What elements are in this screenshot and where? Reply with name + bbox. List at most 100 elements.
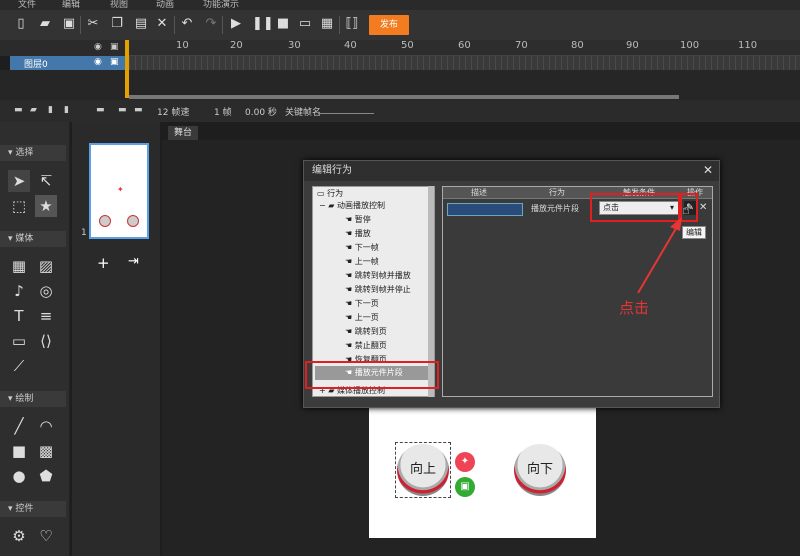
transform-icon[interactable]: ⬚ [8,195,30,217]
layer-row[interactable]: 图层0 ◉ ▣ [10,56,128,70]
stop-icon[interactable]: ■ [276,17,290,31]
behavior-badge-icon[interactable]: ✦ [455,452,475,472]
tree-item-label: 播放 [354,229,371,238]
star-icon[interactable]: ★ [35,195,57,217]
new-file-icon[interactable]: ▯ [14,17,28,31]
playhead[interactable] [125,40,129,98]
delete-icon[interactable]: ✕ [155,17,169,31]
video-icon[interactable]: ◎ [35,280,57,302]
image-icon[interactable]: ▨ [35,255,57,277]
copy-icon[interactable]: ❐ [110,17,124,31]
column-description: 描述 [471,188,487,197]
timeline-scrollbar[interactable] [129,95,679,99]
tree-item[interactable]: ☚ 跳转到帧并播放 [345,271,411,281]
tree-item[interactable]: ☚ 上一页 [345,313,379,323]
section-media[interactable]: ▾ 媒体 [0,231,66,247]
line-icon[interactable]: ╱ [8,415,30,437]
save-icon[interactable]: ▣ [62,17,76,31]
preview-icon[interactable]: ▭ [298,17,312,31]
frame-tool-icon[interactable]: ▬ [96,105,105,115]
column-action: 行为 [549,188,565,197]
keyframe-name-input[interactable] [318,113,374,114]
paragraph-icon[interactable]: ≡ [35,305,57,327]
visibility-icon[interactable]: ◉ [94,42,102,52]
pentagon-icon[interactable]: ⬟ [35,465,57,487]
folder-icon[interactable]: ▰ [30,105,37,115]
arrow-select-icon[interactable]: ➤ [8,170,30,192]
audio-icon[interactable]: ♪ [8,280,30,302]
visibility-icon[interactable]: ◉ [94,57,102,67]
tree-item[interactable]: ☚ 暂停 [345,215,371,225]
section-draw[interactable]: ▾ 绘制 [0,391,66,407]
tree-item-label: 跳转到帧并停止 [354,285,411,294]
arrow-head [670,217,682,231]
up-button[interactable]: 向上 [397,444,449,496]
tab-stage[interactable]: 舞台 [168,126,198,140]
paste-icon[interactable]: ▤ [134,17,148,31]
menu-edit[interactable]: 编辑 [62,0,80,10]
frame-track[interactable] [129,56,800,70]
redo-icon[interactable]: ↷ [204,17,218,31]
close-icon[interactable]: ✕ [703,163,713,177]
menu-animation[interactable]: 动画 [156,0,174,10]
control-icon[interactable]: ⚙ [8,525,30,547]
screen-icon[interactable]: ▭ [8,330,30,352]
add-page-icon[interactable]: + [97,254,110,272]
publish-button[interactable]: 发布 [369,15,409,35]
arrow-line [637,224,679,294]
node-select-icon[interactable]: ↸ [35,170,57,192]
add-layer-icon[interactable]: ▬ [14,105,23,115]
text-icon[interactable]: T [8,305,30,327]
toolbar-divider [174,16,175,34]
down-button[interactable]: 向下 [514,444,566,496]
chart-icon[interactable]: ⟋ [8,355,30,377]
rectangle-icon[interactable]: ■ [8,440,30,462]
open-folder-icon[interactable]: ▰ [38,17,52,31]
cut-icon[interactable]: ✂ [86,17,100,31]
circle-icon[interactable]: ● [8,465,30,487]
trash-icon[interactable]: ▮ [48,105,53,115]
section-controls[interactable]: ▾ 控件 [0,501,66,517]
grid-icon[interactable]: ▦ [8,255,30,277]
import-page-icon[interactable]: ⇥ [128,254,139,269]
frame-tool-icon[interactable]: ▬ [134,105,143,115]
tree-item[interactable]: ☚ 禁止翻页 [345,341,387,351]
tree-item[interactable]: ☚ 跳转到帧并停止 [345,285,411,295]
menu-file[interactable]: 文件 [18,0,36,10]
html-icon[interactable]: ⟨⟩ [35,330,57,352]
tree-root-label: 行为 [327,189,344,198]
tree-item[interactable]: ☚ 下一帧 [345,243,379,253]
section-select[interactable]: ▾ 选择 [0,145,66,161]
curve-icon[interactable]: ◠ [35,415,57,437]
export-icon[interactable]: ▦ [320,17,334,31]
heart-icon[interactable]: ♡ [35,525,57,547]
tree-item-label: 下一页 [354,299,379,308]
section-controls-label: 控件 [15,504,34,514]
frame-tool-icon[interactable]: ▬ [118,105,127,115]
lock-icon[interactable]: ▣ [110,57,119,67]
tree-item[interactable]: ☚ 下一页 [345,299,379,309]
stage-canvas[interactable]: 向上 ✦ ▣ 向下 [369,404,596,538]
lock-icon[interactable]: ▣ [110,42,119,52]
undo-icon[interactable]: ↶ [180,17,194,31]
copy-layer-icon[interactable]: ▮ [64,105,69,115]
menu-demo[interactable]: 功能演示 [203,0,239,10]
tree-item-label: 跳转到帧并播放 [354,271,411,280]
tree-item[interactable]: ☚ 上一帧 [345,257,379,267]
tree-root[interactable]: ▭ 行为 [317,189,343,199]
description-input[interactable] [447,203,523,216]
tree-item[interactable]: ☚ 跳转到页 [345,327,387,337]
pause-icon[interactable]: ❚❚ [252,17,274,31]
rounded-rect-icon[interactable]: ▩ [35,440,57,462]
tree-group-animation[interactable]: − ▰ 动画播放控制 [319,201,385,211]
section-draw-label: 绘制 [15,394,34,404]
toolbar-divider [80,16,81,34]
media-badge-icon[interactable]: ▣ [455,477,475,497]
code-icon[interactable]: ⟦⟧ [345,17,359,31]
delete-row-icon[interactable]: ✕ [699,201,709,215]
ruler-tick-label: 40 [344,40,357,51]
play-icon[interactable]: ▶ [229,17,243,31]
menu-view[interactable]: 视图 [110,0,128,10]
page-thumbnail[interactable]: ✦ [89,143,149,239]
tree-item[interactable]: ☚ 播放 [345,229,371,239]
